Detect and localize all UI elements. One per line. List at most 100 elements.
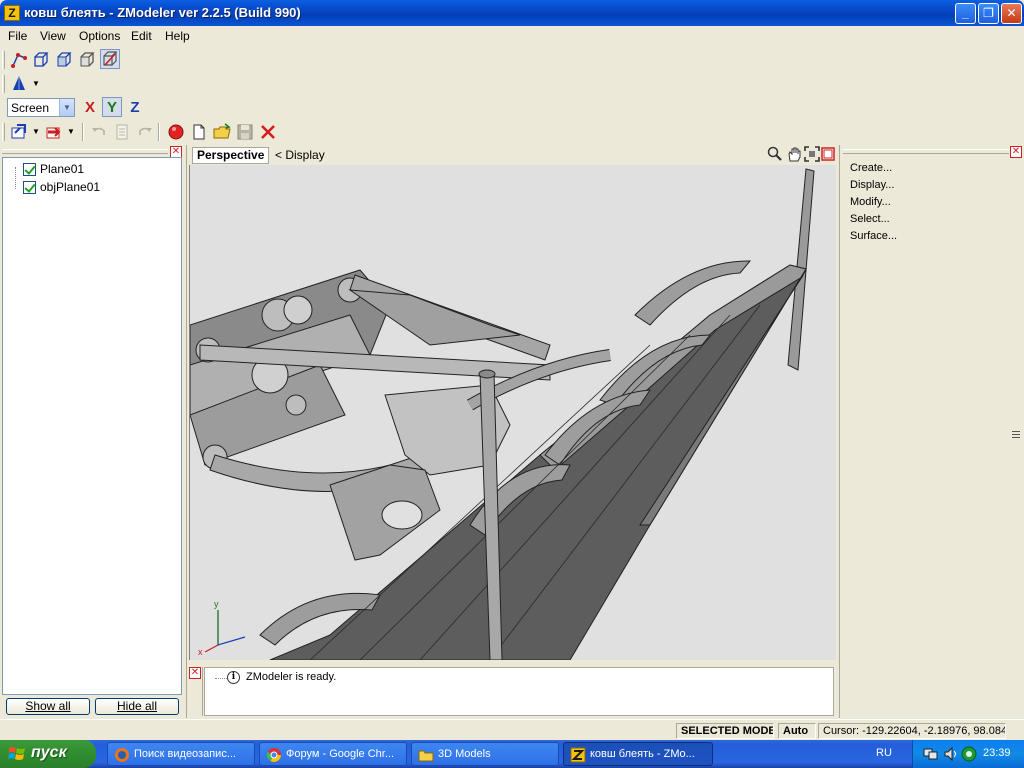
visibility-checkbox[interactable] [23, 181, 36, 194]
open-folder-icon[interactable] [212, 122, 232, 142]
viewport-3d[interactable]: y x [189, 165, 836, 660]
zoom-icon[interactable] [766, 145, 786, 165]
zoom-extents-icon[interactable] [803, 145, 823, 165]
object-tree: Plane01 objPlane01 [2, 157, 182, 695]
window-title: ковш блеять - ZModeler ver 2.2.5 (Build … [24, 5, 301, 20]
show-all-label: Show all [25, 699, 71, 713]
start-label: пуск [31, 744, 67, 761]
history-icon[interactable] [112, 122, 132, 142]
firefox-icon [115, 748, 129, 762]
log-panel: i ZModeler is ready. [204, 667, 834, 716]
export-dropdown-icon[interactable]: ▼ [67, 122, 75, 142]
group-mode-icon[interactable] [77, 50, 97, 70]
command-modify[interactable]: Modify... [850, 196, 891, 208]
toolbar-grip[interactable] [2, 51, 5, 69]
menu-help[interactable]: Help [165, 29, 190, 43]
panel-resize-grip-icon[interactable] [1012, 430, 1020, 440]
axis-x-label: x [198, 647, 203, 657]
tree-line [215, 678, 227, 679]
command-display[interactable]: Display... [850, 179, 894, 191]
menu-edit[interactable]: Edit [131, 29, 152, 43]
surface-mode-icon[interactable] [100, 49, 120, 69]
security-icon[interactable] [961, 746, 977, 762]
record-icon[interactable] [166, 122, 186, 142]
zmodeler-icon [570, 747, 586, 763]
toolbar-separator [82, 123, 84, 141]
axis-lock-icon[interactable] [9, 74, 29, 94]
viewport-perspective-tab[interactable]: Perspective [192, 147, 270, 164]
toolbar-separator [158, 123, 160, 141]
pan-hand-icon[interactable] [785, 145, 805, 165]
vertex-mode-icon[interactable] [9, 50, 29, 70]
redo-icon[interactable] [135, 122, 155, 142]
task-label: 3D Models [438, 748, 491, 760]
axis-lock-dropdown-icon[interactable]: ▼ [32, 74, 40, 94]
taskbar: пуск Поиск видеозапис... Форум - Google … [0, 740, 1024, 768]
left-splitter[interactable] [186, 145, 187, 718]
viewport-display-menu[interactable]: < Display [275, 148, 325, 162]
command-surface[interactable]: Surface... [850, 230, 897, 242]
status-bar: SELECTED MODE Auto Cursor: -129.22604, -… [0, 719, 1024, 740]
minimize-button[interactable]: _ [955, 3, 976, 24]
zmodeler-app-icon[interactable]: Z [4, 5, 20, 21]
network-icon[interactable] [923, 746, 939, 762]
command-select[interactable]: Select... [850, 213, 890, 225]
task-label: Поиск видеозапис... [134, 748, 236, 760]
toolbar-axis: ▼ [0, 72, 1024, 96]
clock[interactable]: 23:39 [983, 747, 1011, 759]
menu-view[interactable]: View [40, 29, 66, 43]
right-panel-header [843, 149, 1009, 154]
command-create[interactable]: Create... [850, 162, 892, 174]
auto-status[interactable]: Auto [778, 723, 816, 739]
taskbar-item-firefox[interactable]: Поиск видеозапис... [107, 742, 255, 766]
undo-icon[interactable] [89, 122, 109, 142]
taskbar-item-chrome[interactable]: Форум - Google Chr... [259, 742, 407, 766]
object-mode-icon[interactable] [54, 50, 74, 70]
axis-y-label: y [214, 599, 219, 609]
toolbar-commands: ▼ ▼ [0, 120, 1024, 144]
show-all-button[interactable]: Show all [6, 698, 90, 715]
tree-item-label: Plane01 [40, 162, 85, 176]
axis-z-button[interactable]: Z [125, 97, 145, 117]
taskbar-item-zmodeler[interactable]: ковш блеять - ZMo... [563, 742, 713, 766]
axis-y-button[interactable]: Y [102, 97, 122, 117]
start-button[interactable]: пуск [0, 740, 96, 768]
close-button[interactable]: ✕ [1001, 3, 1022, 24]
menu-bar: File View Options Edit Help [0, 26, 1024, 46]
toolbar-grip[interactable] [2, 75, 5, 93]
chevron-down-icon[interactable]: ▼ [59, 99, 74, 116]
hide-all-button[interactable]: Hide all [95, 698, 179, 715]
axis-x-button[interactable]: X [80, 97, 100, 117]
hide-all-label: Hide all [116, 699, 158, 713]
toolbar-grip[interactable] [2, 123, 5, 141]
import-dropdown-icon[interactable]: ▼ [32, 122, 40, 142]
toolbar-coords [0, 96, 1024, 120]
import-icon[interactable] [9, 122, 29, 142]
sound-icon[interactable] [943, 746, 959, 762]
tree-line [15, 167, 16, 189]
cursor-coordinates: Cursor: -129.22604, -2.18976, 98.0848 [818, 723, 1006, 739]
selection-mode-status: SELECTED MODE [676, 723, 774, 739]
close-right-panel-icon[interactable]: ✕ [1010, 146, 1022, 158]
save-icon[interactable] [235, 122, 255, 142]
language-indicator[interactable]: RU [876, 747, 892, 759]
left-panel-header [2, 149, 168, 154]
coordinate-system-select[interactable]: Screen ▼ [7, 98, 75, 117]
coordinate-system-value: Screen [11, 101, 50, 115]
export-icon[interactable] [44, 122, 64, 142]
face-mode-icon[interactable] [31, 50, 51, 70]
close-log-panel-icon[interactable]: ✕ [189, 667, 201, 679]
windows-logo-icon [8, 747, 25, 760]
task-label: ковш блеять - ZMo... [590, 748, 695, 760]
menu-file[interactable]: File [8, 29, 27, 43]
visibility-checkbox[interactable] [23, 163, 36, 176]
menu-options[interactable]: Options [79, 29, 120, 43]
right-splitter[interactable] [839, 145, 840, 718]
maximize-viewport-icon[interactable] [821, 147, 841, 167]
new-file-icon[interactable] [189, 122, 209, 142]
delete-icon[interactable] [258, 122, 278, 142]
viewport-header: Perspective < Display [189, 145, 836, 165]
folder-icon [418, 750, 434, 762]
taskbar-item-folder[interactable]: 3D Models [411, 742, 559, 766]
restore-button[interactable]: ❐ [978, 3, 999, 24]
